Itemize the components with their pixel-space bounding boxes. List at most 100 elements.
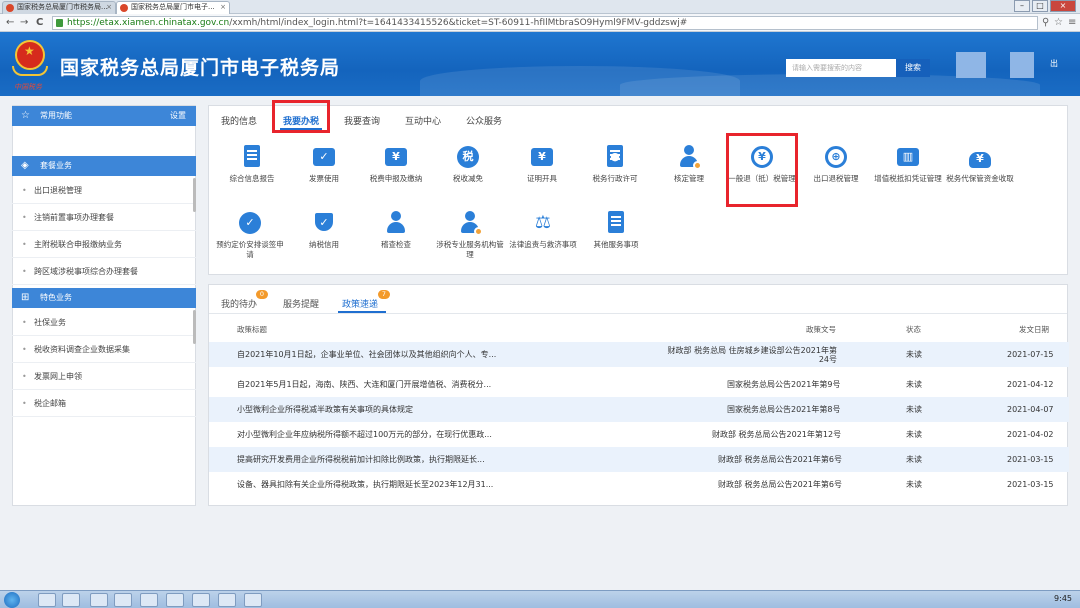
close-tab-icon[interactable]: × [220,2,226,13]
taskbar-browser-icon[interactable] [244,593,262,607]
browser-tab-2[interactable]: 国家税务总局厦门市电子... × [116,1,230,14]
table-row[interactable]: 提高研究开发费用企业所得税税前加计扣除比例政策，执行期限延长... 财政部 税务… [209,447,1069,472]
service-other[interactable]: 其他服务事项 [580,210,652,250]
tab-public-service[interactable]: 公众服务 [466,114,502,127]
policy-doc-number: 财政部 税务总局 住房城乡建设部公告2021年第24号 [667,346,837,364]
service-fund-custody[interactable]: ¥ 税务代保管资金收取 [944,144,1016,184]
policy-date: 2021-07-15 [1007,350,1054,359]
status-badge: 未读 [906,430,922,439]
sidebar-item[interactable]: 发票网上申领 [12,364,196,390]
forward-button[interactable]: → [20,17,28,29]
service-label: 税费申报及缴纳 [369,174,423,183]
service-label: 税务行政许可 [592,174,638,183]
table-row[interactable]: 设备、器具扣除有关企业所得税政策，执行期限延长至2023年12月31... 财政… [209,472,1069,497]
close-window-button[interactable]: × [1050,0,1076,12]
service-label: 证明开具 [527,174,557,183]
tab-query[interactable]: 我要查询 [344,114,380,127]
close-tab-icon[interactable]: × [106,2,112,13]
service-declaration[interactable]: ¥ 税费申报及缴纳 [360,144,432,184]
status-badge: 未读 [906,455,922,464]
reload-button[interactable]: C [36,17,43,29]
url-input[interactable]: https://etax.xiamen.chinatax.gov.cn/xxmh… [52,16,1038,30]
service-pricing-agreement[interactable]: ✓ 预约定价安排谈签申请 [214,210,286,260]
sidebar-item[interactable]: 跨区域涉税事项综合办理套餐 [12,259,196,285]
policy-doc-number: 国家税务总局公告2021年第9号 [727,380,841,389]
taskbar-app-icon[interactable] [166,593,184,607]
service-professional-agency[interactable]: 涉税专业服务机构管理 [434,210,506,260]
col-header-title: 政策标题 [237,325,267,334]
sidebar-special-header[interactable]: ⊞ 特色业务 [12,288,196,308]
sidebar-package-header[interactable]: ◈ 套餐业务 [12,156,196,176]
table-row[interactable]: 对小型微利企业年应纳税所得额不超过100万元的部分，在现行优惠政... 财政部 … [209,422,1069,447]
taskbar-app-icon[interactable] [140,593,158,607]
table-row[interactable]: 自2021年5月1日起，海南、陕西、大连和厦门开展增值税、消费税分... 国家税… [209,372,1069,397]
tab-interaction[interactable]: 互动中心 [405,114,441,127]
service-assessment[interactable]: 核定管理 [653,144,725,184]
policy-doc-number: 财政部 税务总局公告2021年第12号 [712,430,842,439]
sidebar-item[interactable]: 主附税联合申报缴纳业务 [12,232,196,258]
taskbar-app-icon[interactable] [62,593,80,607]
service-certificate[interactable]: ¥ 证明开具 [506,144,578,184]
taskbar: 9:45 [0,590,1080,608]
ticket-stub-icon: ▥ [895,144,921,170]
service-credit[interactable]: ✓ 纳税信用 [288,210,360,250]
service-tax-reduction[interactable]: 税 税收减免 [432,144,504,184]
table-row[interactable]: 自2021年10月1日起，企事业单位、社会团体以及其他组织向个人、专... 财政… [209,342,1069,367]
globe-icon: ⊕ [823,144,849,170]
policy-title[interactable]: 自2021年5月1日起，海南、陕西、大连和厦门开展增值税、消费税分... [237,372,491,397]
sidebar-item[interactable]: 税企邮箱 [12,391,196,417]
subtab-my-todo[interactable]: 我的待办 [221,297,257,310]
taskbar-app-icon[interactable] [218,593,236,607]
grid-icon: ⊞ [21,292,30,303]
service-label: 税收减免 [453,174,483,183]
sidebar-header-label: 特色业务 [40,293,72,302]
service-label: 预约定价安排谈签申请 [216,240,284,259]
sidebar-item[interactable]: 税收资料调查企业数据采集 [12,337,196,363]
policy-title[interactable]: 小型微利企业所得税减半政策有关事项的具体规定 [237,397,413,422]
back-button[interactable]: ← [6,17,14,29]
sidebar-item[interactable]: 出口退税管理 [12,178,196,204]
certificate-icon: ¥ [529,144,555,170]
service-inspection[interactable]: 稽查检查 [360,210,432,250]
maximize-button[interactable]: □ [1032,0,1048,12]
subtab-service-reminder[interactable]: 服务提醒 [283,297,319,310]
sidebar-item[interactable]: 注销前置事项办理套餐 [12,205,196,231]
sidebar-common-header[interactable]: ☆ 常用功能 设置 [12,106,196,126]
service-legal-remedy[interactable]: ⚖ 法律追责与救济事项 [507,210,579,250]
service-label: 税务代保管资金收取 [946,174,1014,183]
menu-icon[interactable]: ≡ [1068,17,1076,28]
service-vat-deduction[interactable]: ▥ 增值税抵扣凭证管理 [872,144,944,184]
policy-title[interactable]: 自2021年10月1日起，企事业单位、社会团体以及其他组织向个人、专... [237,342,496,367]
service-admin-permit[interactable]: ● 税务行政许可 [579,144,651,184]
policy-title[interactable]: 设备、器具扣除有关企业所得税政策，执行期限延长至2023年12月31... [237,472,493,497]
taskbar-app-icon[interactable] [90,593,108,607]
taskbar-app-icon[interactable] [192,593,210,607]
policy-title[interactable]: 提高研究开发费用企业所得税税前加计扣除比例政策，执行期限延长... [237,447,485,472]
policy-date: 2021-04-02 [1007,430,1054,439]
user-gear-icon [676,144,702,170]
service-info-report[interactable]: 综合信息报告 [216,144,288,184]
status-badge: 未读 [906,405,922,414]
sidebar-setting-link[interactable]: 设置 [170,106,186,126]
taskbar-app-icon[interactable] [114,593,132,607]
service-invoice-use[interactable]: ✓ 发票使用 [288,144,360,184]
search-input[interactable]: 请输入需要搜索的内容 [786,59,896,77]
header-right-text[interactable]: 出 [1050,58,1058,69]
favorite-star-icon[interactable]: ☆ [1054,17,1063,28]
tab-my-info[interactable]: 我的信息 [221,114,257,127]
start-button-icon[interactable] [4,592,20,608]
pin-icon[interactable]: ⚲ [1042,17,1049,28]
sidebar-scrollbar[interactable] [193,310,196,344]
minimize-button[interactable]: – [1014,0,1030,12]
sidebar-scrollbar[interactable] [193,178,196,212]
highlight-box-tab [272,100,330,133]
browser-tab-1[interactable]: 国家税务总局厦门市税务局... × [2,1,116,14]
subtab-policy-express[interactable]: 政策速递 [342,297,378,310]
policy-title[interactable]: 对小型微利企业年应纳税所得额不超过100万元的部分，在现行优惠政... [237,422,492,447]
search-button[interactable]: 搜索 [896,59,930,77]
service-export-refund[interactable]: ⊕ 出口退税管理 [800,144,872,184]
taskbar-app-icon[interactable] [38,593,56,607]
sidebar-item[interactable]: 社保业务 [12,310,196,336]
taskbar-clock[interactable]: 9:45 [1054,594,1072,603]
table-row[interactable]: 小型微利企业所得税减半政策有关事项的具体规定 国家税务总局公告2021年第8号 … [209,397,1069,422]
